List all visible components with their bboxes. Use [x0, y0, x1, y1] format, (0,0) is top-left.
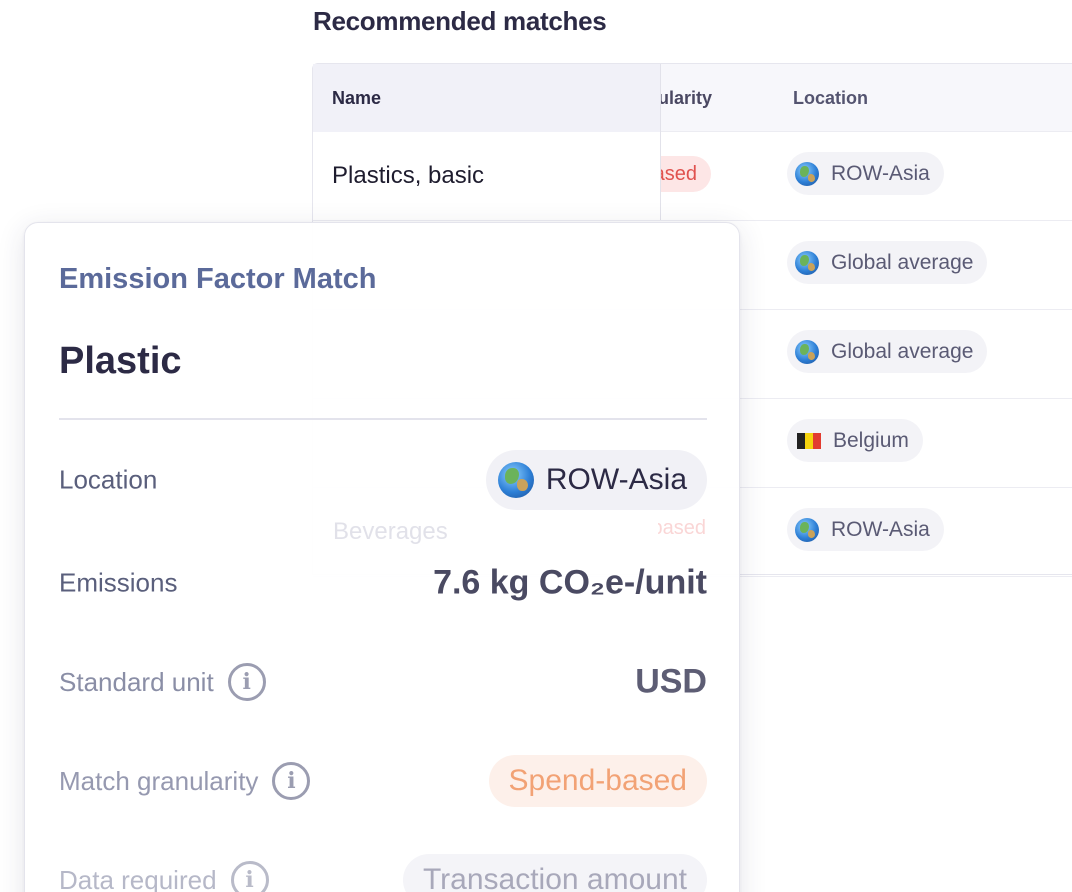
data-required-label-group: Data required i	[59, 861, 269, 892]
row-name: Plastics, basic	[313, 132, 661, 220]
standard-unit-label-group: Standard unit i	[59, 663, 266, 701]
table-header: Name Match granularity Location	[313, 64, 1072, 132]
info-icon[interactable]: i	[227, 663, 266, 701]
ghost-granularity-chip: Spend-based	[658, 517, 706, 539]
emissions-row: Emissions 7.6 kg CO₂e-/unit	[59, 553, 707, 613]
location-chip-label: Belgium	[833, 428, 909, 452]
data-required-chip: Transaction amount	[402, 854, 707, 892]
table-row[interactable]: Plastics, basic Spend-based ROW-Asia	[313, 132, 1072, 221]
standard-unit-label: Standard unit	[59, 666, 214, 697]
granularity-chip: Spend-based	[488, 755, 707, 807]
globe-icon	[497, 462, 534, 498]
stage: Recommended matches Name Match granulari…	[0, 0, 1072, 892]
data-required-row: Data required i Transaction amount	[59, 850, 707, 892]
info-icon[interactable]: i	[272, 762, 311, 800]
info-icon[interactable]: i	[230, 861, 269, 892]
granularity-label: Match granularity	[59, 765, 259, 796]
emission-factor-card: Emission Factor Match Plastic Beverages …	[24, 222, 740, 892]
globe-icon	[795, 339, 819, 364]
location-value-chip[interactable]: ROW-Asia	[485, 450, 707, 510]
granularity-chip-clip: Spend-based	[661, 156, 711, 192]
globe-icon	[795, 161, 819, 186]
location-chip-label: ROW-Asia	[831, 161, 930, 185]
recommended-title: Recommended matches	[313, 6, 607, 36]
location-chip: ROW-Asia	[787, 152, 944, 195]
column-header-granularity-label: Match granularity	[661, 88, 712, 108]
standard-unit-value: USD	[635, 662, 707, 701]
globe-icon	[795, 250, 819, 275]
location-chip: Global average	[787, 241, 988, 284]
location-chip: ROW-Asia	[787, 508, 944, 551]
location-chip: Belgium	[787, 419, 923, 462]
location-chip-label: Global average	[831, 339, 974, 363]
column-header-location[interactable]: Location	[793, 64, 868, 132]
ghost-row-name: Beverages	[333, 518, 448, 545]
column-header-granularity[interactable]: Match granularity	[661, 64, 791, 132]
globe-icon	[795, 517, 819, 542]
card-eyebrow: Emission Factor Match	[59, 263, 377, 295]
granularity-label-group: Match granularity i	[59, 762, 311, 800]
emissions-value: 7.6 kg CO₂e-/unit	[433, 563, 707, 602]
granularity-row: Match granularity i Spend-based	[59, 751, 707, 811]
emissions-label: Emissions	[59, 567, 178, 598]
belgium-flag-icon	[797, 432, 821, 449]
location-label: Location	[59, 464, 158, 495]
card-title: Plastic	[59, 340, 182, 382]
location-chip-label: Global average	[831, 250, 974, 274]
data-required-label: Data required	[59, 864, 217, 892]
location-chip: Global average	[787, 330, 988, 373]
granularity-chip: Spend-based	[661, 156, 711, 192]
location-value: ROW-Asia	[545, 463, 687, 496]
card-divider	[59, 418, 707, 420]
location-row: Location ROW-Asia	[59, 450, 707, 510]
location-chip-label: ROW-Asia	[831, 517, 930, 541]
standard-unit-row: Standard unit i USD	[59, 652, 707, 712]
column-header-name[interactable]: Name	[313, 64, 661, 132]
